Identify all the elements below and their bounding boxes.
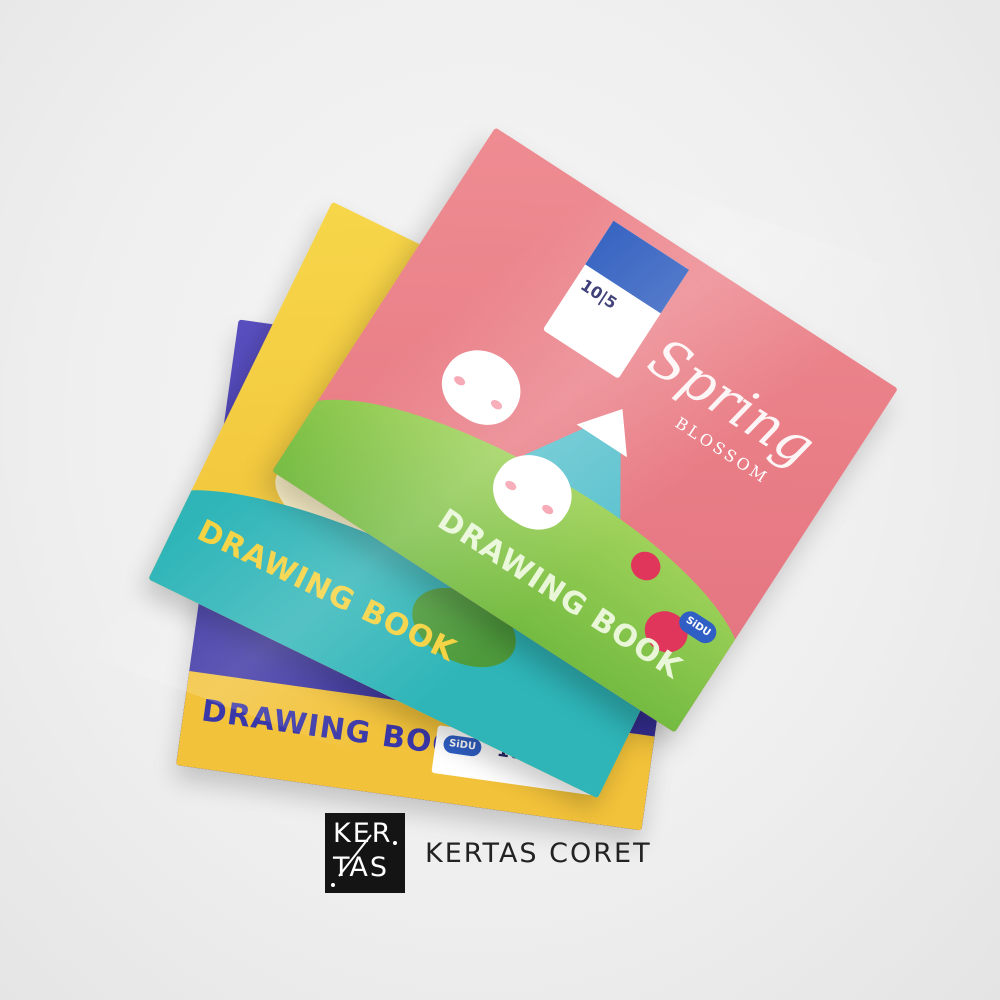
bear-cheek: [452, 374, 467, 388]
kertas-logo: KER TAS: [325, 813, 405, 893]
brand-name: KERTAS CORET: [425, 838, 652, 869]
bear-cheek: [503, 478, 518, 493]
logo-dot: [331, 883, 335, 887]
bear-cheek: [540, 502, 555, 517]
bear-cheek: [489, 398, 504, 412]
logo-dot: [393, 841, 397, 845]
logo-text-line-2: TAS: [333, 852, 390, 883]
